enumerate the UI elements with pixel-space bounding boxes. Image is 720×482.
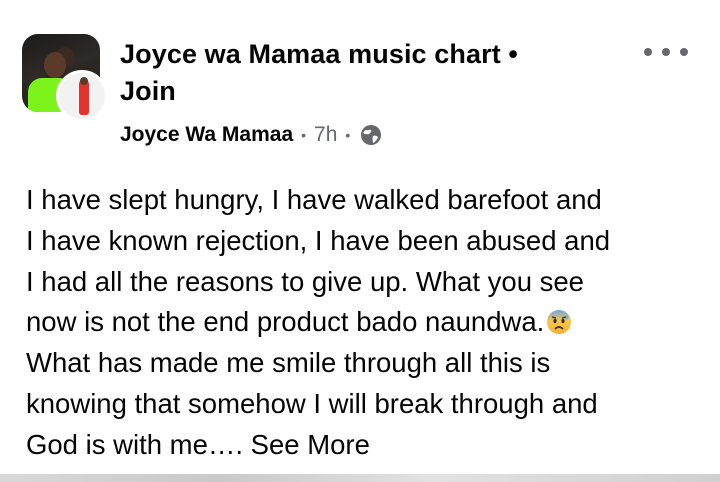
post-meta: Joyce Wa Mamaa • 7h • [120, 120, 382, 150]
post-line: What has made me smile through all this … [26, 347, 551, 379]
post-line-text: now is not the end product bado naundwa. [26, 306, 545, 338]
post-line: knowing that somehow I will break throug… [26, 387, 598, 419]
title-separator: • [508, 39, 518, 69]
author-avatar-head [80, 77, 88, 85]
post-header: Joyce wa Mamaa music chart • Join Joyce … [0, 0, 720, 160]
post-timestamp[interactable]: 7h [314, 123, 337, 147]
group-title-line: Joyce wa Mamaa music chart • Join [120, 36, 600, 110]
more-dot [680, 48, 688, 56]
post-line: I had all the reasons to give up. What y… [26, 265, 584, 297]
join-link[interactable]: Join [120, 76, 176, 106]
group-avatar-head [44, 52, 66, 78]
next-post-edge [0, 474, 720, 482]
more-dot [644, 48, 652, 56]
post-line-with-emoji: now is not the end product bado naundwa. [26, 302, 706, 343]
meta-separator-2: • [345, 127, 351, 143]
more-dot [662, 48, 670, 56]
post-line-text: God is with me…. [26, 428, 244, 460]
title-block: Joyce wa Mamaa music chart • Join [120, 36, 600, 110]
post-line: I have known rejection, I have been abus… [26, 224, 611, 256]
globe-icon[interactable] [360, 124, 382, 146]
avatar-group[interactable] [22, 34, 110, 122]
post-body: I have slept hungry, I have walked baref… [26, 180, 706, 466]
more-options-icon[interactable] [644, 40, 688, 64]
author-name-link[interactable]: Joyce Wa Mamaa [120, 123, 293, 147]
group-name-link[interactable]: Joyce wa Mamaa music chart [120, 39, 501, 69]
anxious-face-with-sweat-emoji [546, 306, 572, 335]
post-line: I have slept hungry, I have walked baref… [26, 184, 602, 215]
author-avatar[interactable] [56, 70, 108, 122]
see-more-link[interactable]: See More [251, 429, 370, 460]
post-line-with-see-more: God is with me…. See More [26, 425, 706, 466]
meta-separator: • [301, 127, 307, 143]
